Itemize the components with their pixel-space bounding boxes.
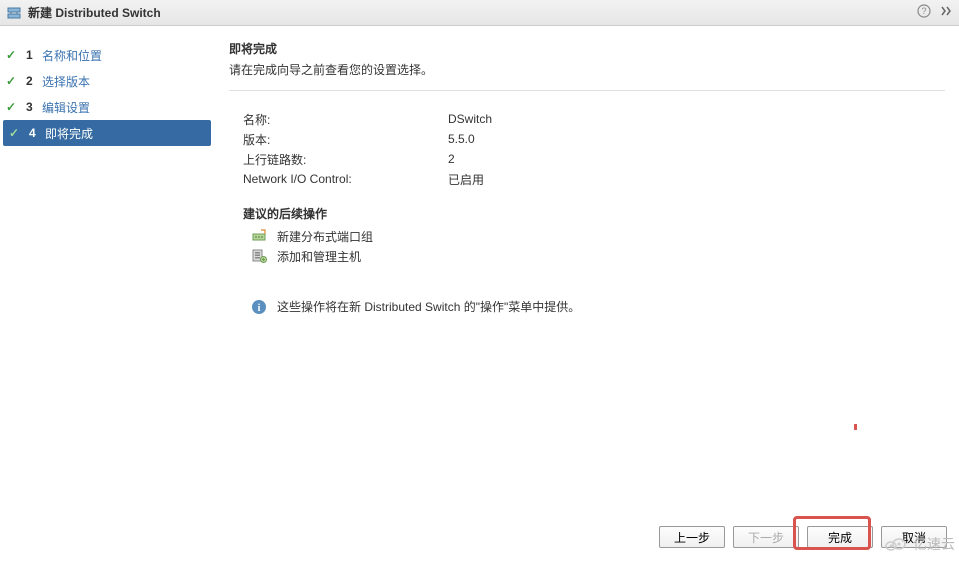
info-row: i 这些操作将在新 Distributed Switch 的"操作"菜单中提供。 bbox=[229, 298, 945, 315]
titlebar-actions: ? bbox=[917, 4, 953, 21]
prop-label: 名称: bbox=[243, 111, 448, 128]
step-label: 编辑设置 bbox=[42, 99, 90, 116]
prop-label: Network I/O Control: bbox=[243, 172, 448, 186]
hosts-icon bbox=[251, 248, 267, 264]
wizard-steps-sidebar: ✓ 1 名称和位置 ✓ 2 选择版本 ✓ 3 编辑设置 ✓ 4 即将完成 bbox=[0, 26, 215, 511]
info-icon: i bbox=[251, 299, 267, 315]
prop-label: 上行链路数: bbox=[243, 151, 448, 168]
prop-value: 5.5.0 bbox=[448, 132, 475, 146]
portgroup-icon bbox=[251, 228, 267, 244]
suggestion-label: 添加和管理主机 bbox=[277, 248, 361, 265]
prop-row-version: 版本: 5.5.0 bbox=[243, 129, 945, 149]
check-icon: ✓ bbox=[6, 48, 20, 62]
page-heading: 即将完成 bbox=[229, 40, 945, 57]
finish-button[interactable]: 完成 bbox=[807, 526, 873, 548]
suggestion-label: 新建分布式端口组 bbox=[277, 228, 373, 245]
cancel-button[interactable]: 取消 bbox=[881, 526, 947, 548]
next-button: 下一步 bbox=[733, 526, 799, 548]
help-icon[interactable]: ? bbox=[917, 4, 931, 21]
step-name-location[interactable]: ✓ 1 名称和位置 bbox=[0, 42, 214, 68]
svg-text:i: i bbox=[258, 303, 261, 314]
summary-properties: 名称: DSwitch 版本: 5.5.0 上行链路数: 2 Network I… bbox=[229, 109, 945, 189]
distributed-switch-icon bbox=[6, 5, 22, 21]
step-edit-settings[interactable]: ✓ 3 编辑设置 bbox=[0, 94, 214, 120]
step-number: 4 bbox=[29, 126, 39, 140]
page-subheading: 请在完成向导之前查看您的设置选择。 bbox=[229, 61, 945, 78]
prop-value: 已启用 bbox=[448, 171, 484, 188]
prop-row-nioc: Network I/O Control: 已启用 bbox=[243, 169, 945, 189]
svg-text:?: ? bbox=[921, 6, 926, 16]
suggestion-new-portgroup: 新建分布式端口组 bbox=[229, 226, 945, 246]
suggestion-add-hosts: 添加和管理主机 bbox=[229, 246, 945, 266]
step-number: 1 bbox=[26, 48, 36, 62]
cursor-dot bbox=[854, 424, 857, 430]
check-icon: ✓ bbox=[6, 74, 20, 88]
prop-value: 2 bbox=[448, 152, 455, 166]
step-label: 名称和位置 bbox=[42, 47, 102, 64]
step-number: 2 bbox=[26, 74, 36, 88]
wizard-footer: 上一步 下一步 完成 取消 bbox=[0, 512, 959, 562]
expand-icon[interactable] bbox=[939, 4, 953, 21]
dialog-title: 新建 Distributed Switch bbox=[28, 4, 917, 21]
titlebar: 新建 Distributed Switch ? bbox=[0, 0, 959, 26]
prop-row-name: 名称: DSwitch bbox=[243, 109, 945, 129]
check-icon: ✓ bbox=[9, 126, 23, 140]
divider bbox=[229, 90, 945, 91]
info-text: 这些操作将在新 Distributed Switch 的"操作"菜单中提供。 bbox=[277, 298, 580, 315]
prop-label: 版本: bbox=[243, 131, 448, 148]
back-button[interactable]: 上一步 bbox=[659, 526, 725, 548]
step-label: 选择版本 bbox=[42, 73, 90, 90]
step-ready-to-complete[interactable]: ✓ 4 即将完成 bbox=[3, 120, 211, 146]
step-number: 3 bbox=[26, 100, 36, 114]
step-label: 即将完成 bbox=[45, 125, 93, 142]
suggested-actions-heading: 建议的后续操作 bbox=[229, 205, 945, 222]
prop-row-uplinks: 上行链路数: 2 bbox=[243, 149, 945, 169]
wizard-main: 即将完成 请在完成向导之前查看您的设置选择。 名称: DSwitch 版本: 5… bbox=[215, 26, 959, 511]
check-icon: ✓ bbox=[6, 100, 20, 114]
step-select-version[interactable]: ✓ 2 选择版本 bbox=[0, 68, 214, 94]
wizard-body: ✓ 1 名称和位置 ✓ 2 选择版本 ✓ 3 编辑设置 ✓ 4 即将完成 即将完… bbox=[0, 26, 959, 511]
prop-value: DSwitch bbox=[448, 112, 492, 126]
